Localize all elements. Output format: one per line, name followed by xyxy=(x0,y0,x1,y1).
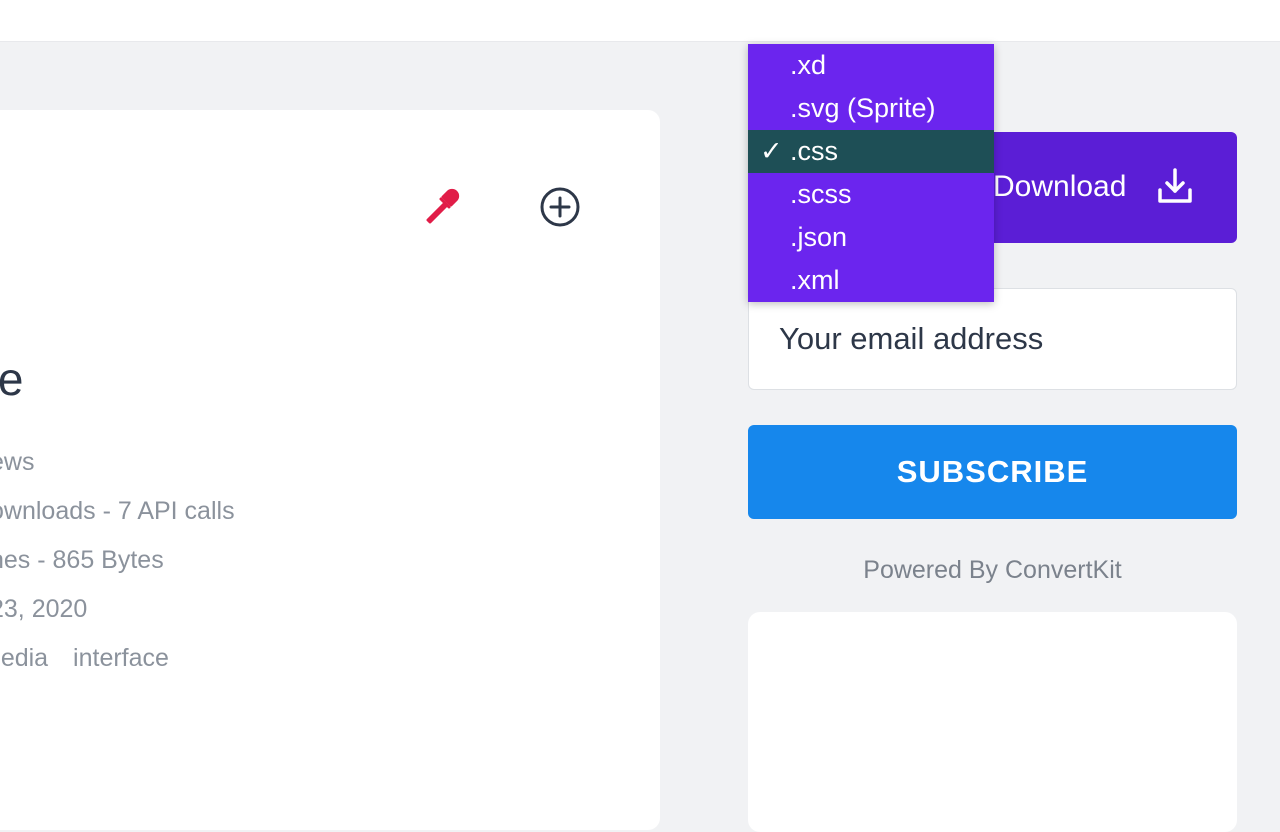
checkmark-icon: ✓ xyxy=(760,136,783,166)
format-dropdown-menu: .xd .svg (Sprite) ✓ .css .scss .json .xml xyxy=(748,44,994,302)
meta-downloads: ownloads - 7 API calls xyxy=(0,497,235,525)
download-label[interactable]: Download xyxy=(993,170,1126,204)
sidebar-card xyxy=(748,612,1237,832)
option-label: .css xyxy=(790,136,839,166)
tag-list: media interface xyxy=(0,644,187,673)
email-input[interactable] xyxy=(748,288,1237,390)
format-option-scss[interactable]: .scss xyxy=(748,173,994,216)
icon-title: me xyxy=(0,353,23,405)
format-option-css[interactable]: ✓ .css xyxy=(748,130,994,173)
color-picker-icon[interactable] xyxy=(419,185,463,229)
tag-interface[interactable]: interface xyxy=(73,644,169,672)
option-label: .xd xyxy=(790,50,827,80)
option-label: .xml xyxy=(790,265,840,295)
format-option-xml[interactable]: .xml xyxy=(748,259,994,302)
meta-size: nes - 865 Bytes xyxy=(0,546,164,574)
format-option-json[interactable]: .json xyxy=(748,216,994,259)
option-label: .json xyxy=(790,222,848,252)
powered-by-text: Powered By ConvertKit xyxy=(863,556,1122,584)
format-option-svg-sprite[interactable]: .svg (Sprite) xyxy=(748,87,994,130)
meta-date: 23, 2020 xyxy=(0,595,88,623)
option-label: .scss xyxy=(790,179,852,209)
add-circle-icon[interactable] xyxy=(538,185,582,229)
download-icon[interactable] xyxy=(1156,166,1194,206)
subscribe-button[interactable]: SUBSCRIBE xyxy=(748,425,1237,519)
format-option-xd[interactable]: .xd xyxy=(748,44,994,87)
tag-media[interactable]: media xyxy=(0,644,48,672)
top-bar xyxy=(0,0,1280,42)
meta-views: ews xyxy=(0,448,35,476)
option-label: .svg (Sprite) xyxy=(790,93,936,123)
